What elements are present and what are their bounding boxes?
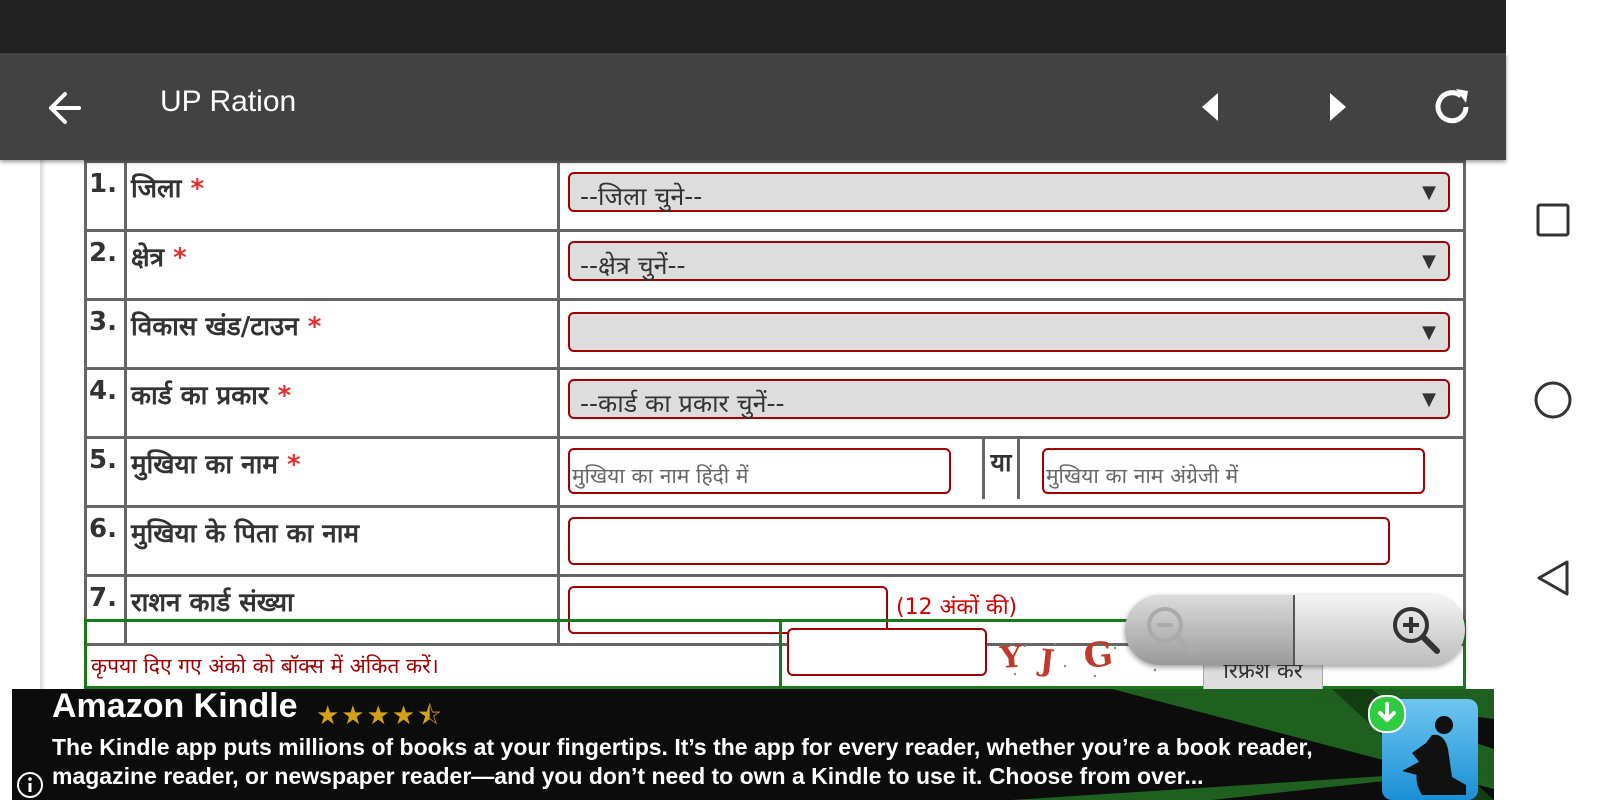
field-cell: --जिला चुने-- ▼ (557, 160, 1466, 232)
label-text: मुखिया का नाम (131, 450, 278, 480)
zoom-out-button[interactable] (1125, 595, 1293, 665)
ad-description: The Kindle app puts millions of books at… (52, 734, 1313, 789)
download-icon (1368, 695, 1406, 733)
zoom-separator (1293, 595, 1295, 665)
label-text: राशन कार्ड संख्या (131, 588, 294, 618)
field-label: जिला * (124, 160, 560, 232)
field-cell: --कार्ड का प्रकार चुनें-- ▼ (557, 367, 1466, 439)
district-select[interactable]: --जिला चुने-- ▼ (568, 172, 1450, 212)
row-number: 6. (84, 505, 127, 577)
select-value: --कार्ड का प्रकार चुनें-- (580, 389, 785, 418)
field-label: मुखिया का नाम * (124, 436, 560, 508)
required-marker: * (173, 243, 187, 273)
field-cell: --क्षेत्र चुनें-- ▼ (557, 229, 1466, 301)
row-number: 1. (84, 160, 127, 232)
page-edge (40, 160, 46, 689)
field-cell: मुखिया का नाम हिंदी में या मुखिया का नाम… (557, 436, 1466, 508)
dropdown-arrow-icon: ▼ (1422, 322, 1436, 343)
area-select[interactable]: --क्षेत्र चुनें-- ▼ (568, 241, 1450, 281)
dropdown-arrow-icon: ▼ (1422, 251, 1436, 272)
dropdown-arrow-icon: ▼ (1422, 182, 1436, 203)
zoom-out-icon (1147, 607, 1194, 654)
or-label: या (982, 439, 1020, 499)
row-number: 2. (84, 229, 127, 301)
digits-hint: (12 अंकों की) (896, 595, 1018, 620)
home-icon[interactable] (1528, 375, 1578, 425)
svg-text:J: J (1035, 643, 1056, 680)
zoom-in-icon (1393, 607, 1440, 654)
page-title: UP Ration (160, 85, 297, 118)
head-name-hindi-input[interactable]: मुखिया का नाम हिंदी में (568, 448, 951, 494)
back-arrow-icon[interactable] (38, 83, 88, 133)
next-page-icon[interactable] (1322, 87, 1352, 127)
svg-text:Y: Y (998, 640, 1023, 677)
previous-page-icon[interactable] (1196, 87, 1226, 127)
back-icon[interactable] (1528, 553, 1578, 603)
field-cell (557, 505, 1466, 577)
system-nav-bar (1506, 0, 1600, 800)
required-marker: * (190, 174, 205, 204)
required-marker: * (307, 312, 322, 342)
app-toolbar: UP Ration (0, 53, 1506, 160)
field-label: क्षेत्र * (124, 229, 560, 301)
row-number: 5. (84, 436, 127, 508)
form-row-district: 1. जिला * --जिला चुने-- ▼ (84, 160, 1466, 232)
form-row-area: 2. क्षेत्र * --क्षेत्र चुनें-- ▼ (84, 229, 1466, 301)
captcha-instruction: कृपया दिए गए अंको को बॉक्स में अंकित करे… (91, 654, 439, 678)
required-marker: * (286, 450, 301, 480)
captcha-input[interactable] (787, 628, 987, 676)
zoom-controls (1125, 595, 1465, 665)
label-text: जिला (131, 174, 182, 204)
field-label: विकास खंड/टाउन * (124, 298, 560, 370)
select-value: --क्षेत्र चुनें-- (580, 251, 686, 280)
svg-text:G: G (1082, 636, 1115, 677)
reload-icon[interactable] (1428, 83, 1476, 131)
dropdown-arrow-icon: ▼ (1422, 389, 1436, 410)
field-label: मुखिया के पिता का नाम (124, 505, 560, 577)
form-row-card-type: 4. कार्ड का प्रकार * --कार्ड का प्रकार च… (84, 367, 1466, 439)
row-number: 4. (84, 367, 127, 439)
zoom-in-button[interactable] (1385, 599, 1447, 661)
select-value: --जिला चुने-- (580, 182, 703, 211)
label-text: कार्ड का प्रकार (131, 381, 269, 411)
form-row-head-name: 5. मुखिया का नाम * मुखिया का नाम हिंदी म… (84, 436, 1466, 508)
ration-search-form: 1. जिला * --जिला चुने-- ▼ 2. क्षेत्र * --… (84, 160, 1466, 646)
card-type-select[interactable]: --कार्ड का प्रकार चुनें-- ▼ (568, 379, 1450, 419)
info-icon[interactable] (16, 771, 44, 799)
ad-title: Amazon Kindle (52, 689, 298, 725)
ad-banner[interactable]: Amazon Kindle ★★★★⯪ The Kindle app puts … (12, 689, 1494, 800)
divider (779, 622, 782, 689)
label-text: विकास खंड/टाउन (131, 312, 299, 342)
required-marker: * (277, 381, 292, 411)
status-bar (0, 0, 1506, 53)
form-row-block-town: 3. विकास खंड/टाउन * ▼ (84, 298, 1466, 370)
label-text: क्षेत्र (131, 243, 164, 273)
field-label: कार्ड का प्रकार * (124, 367, 560, 439)
head-name-english-input[interactable]: मुखिया का नाम अंग्रेजी में (1042, 448, 1425, 494)
block-town-select[interactable]: ▼ (568, 312, 1450, 352)
father-name-input[interactable] (568, 517, 1390, 565)
form-row-father-name: 6. मुखिया के पिता का नाम (84, 505, 1466, 577)
label-text: मुखिया के पिता का नाम (131, 519, 360, 549)
row-number: 3. (84, 298, 127, 370)
field-cell: ▼ (557, 298, 1466, 370)
recents-icon[interactable] (1528, 195, 1578, 245)
